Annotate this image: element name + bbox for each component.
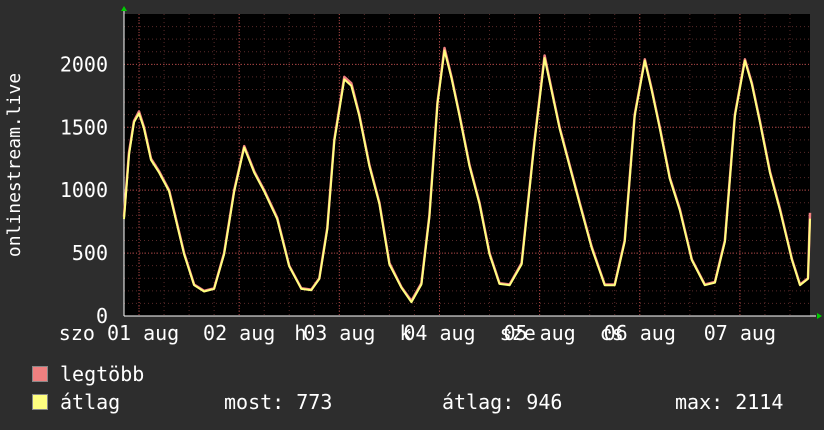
x-tick-label: 03 aug [303,321,375,345]
stat-max: max: 2114 [675,390,784,414]
x-tick-overlap-fragment: cs [600,321,624,345]
y-tick-label: 1000 [60,178,108,202]
y-axis-label: onlinestream.live [4,73,25,257]
x-axis-arrow [817,313,822,319]
legend-avg-swatch [32,394,48,410]
stat-average: átlag: 946 [442,390,563,414]
x-tick-label: 02 aug [203,321,275,345]
stat-now: most: 773 [224,390,333,414]
legend-max: legtöbb [32,362,145,386]
x-tick-overlap-fragment: h [294,321,306,345]
x-tick-label: 04 aug [403,321,475,345]
x-tick-overlap-fragment: sze [500,321,536,345]
legend-max-label: legtöbb [60,362,145,386]
y-tick-label: 500 [72,241,108,265]
plot-area [124,14,810,316]
x-tick-overlap-fragment: k [399,321,411,345]
legend-avg: átlag [32,390,121,414]
x-tick-label: 07 aug [704,321,776,345]
y-axis-arrow [121,6,127,11]
y-tick-label: 1500 [60,115,108,139]
legend-avg-label: átlag [60,390,121,414]
legend-max-swatch [32,366,48,382]
x-tick-label: szo 01 aug [59,321,179,345]
y-tick-label: 2000 [60,52,108,76]
